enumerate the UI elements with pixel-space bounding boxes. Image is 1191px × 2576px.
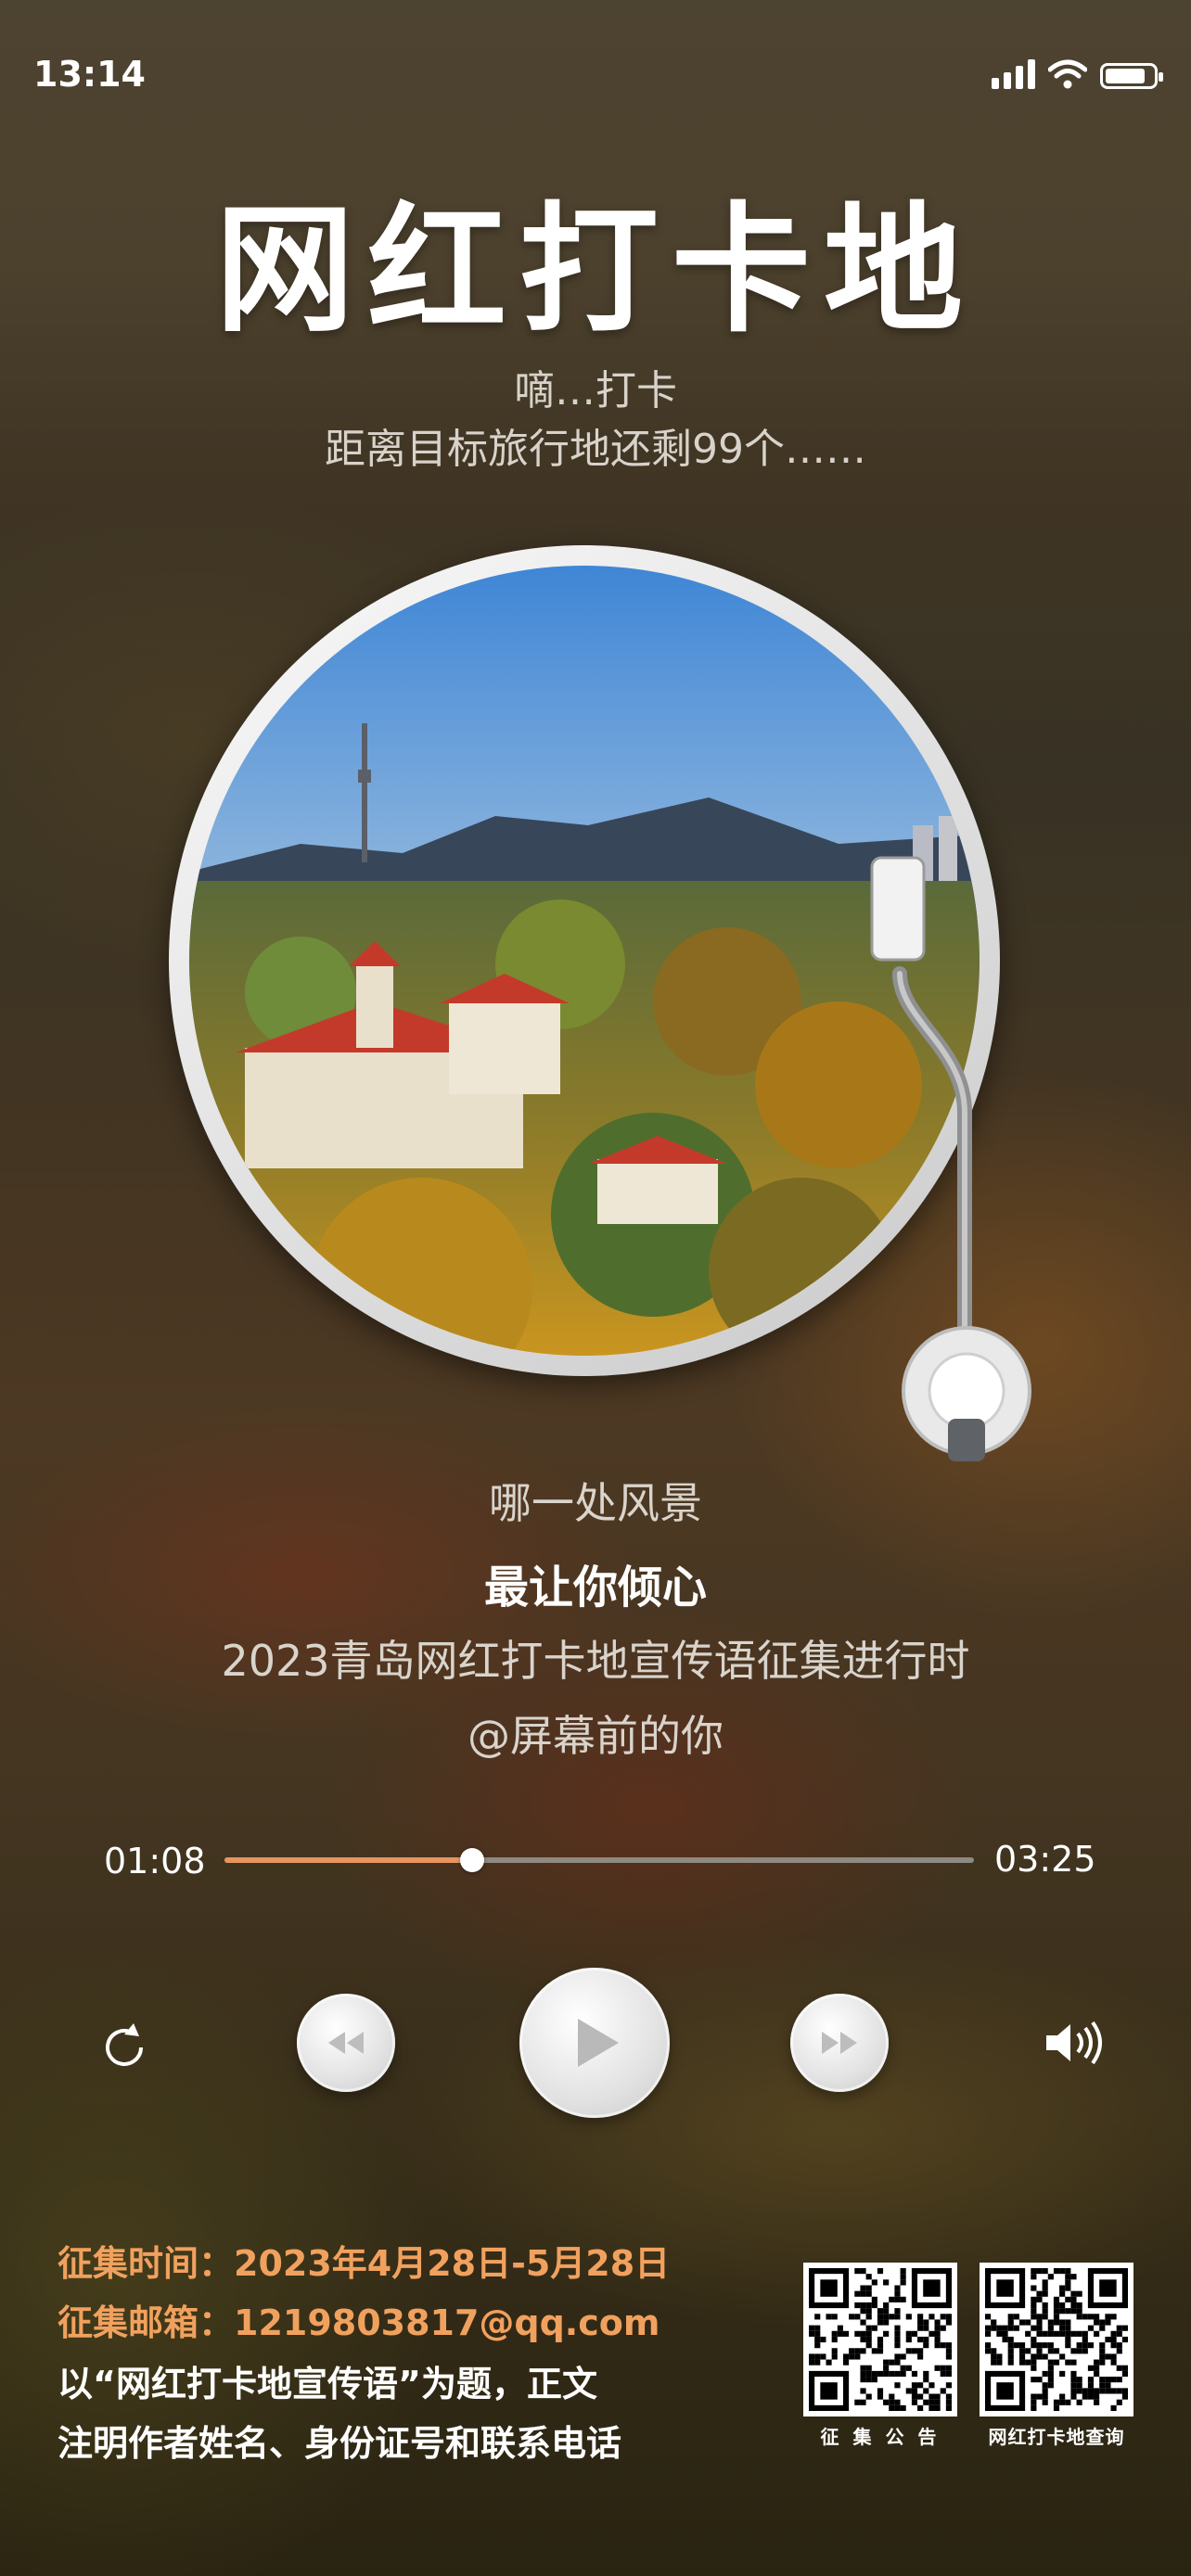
fast-forward-button[interactable]	[790, 1994, 889, 2092]
tonearm-head[interactable]	[863, 848, 937, 960]
page-title: 网红打卡地	[214, 190, 976, 351]
lyric-line-3: 2023青岛网红打卡地宣传语征集进行时	[221, 1636, 970, 1686]
progress-thumb[interactable]	[459, 1848, 484, 1872]
play-icon	[578, 2019, 619, 2067]
current-time: 01:08	[104, 1841, 206, 1881]
status-bar: 13:14	[0, 0, 1191, 139]
lyric-line-current: 最让你倾心	[483, 1562, 707, 1613]
album-artwork	[189, 566, 980, 1356]
progress-fill	[224, 1857, 472, 1863]
wifi-icon	[1048, 59, 1087, 89]
volume-icon	[1046, 2021, 1102, 2065]
signal-icon	[992, 57, 1035, 89]
album-disc	[169, 545, 1000, 1376]
status-icons	[992, 57, 1163, 89]
volume-button[interactable]	[1039, 2010, 1113, 2075]
qr-caption-announcement: 征 集 公 告	[820, 2426, 941, 2448]
tonearm-pivot[interactable]	[902, 1326, 1031, 1456]
lyric-line-1: 哪一处风景	[489, 1478, 702, 1528]
qr-pattern	[985, 2268, 1128, 2411]
subtitle-remaining: 距离目标旅行地还剩99个……	[325, 426, 866, 473]
submission-note-1: 以“网红打卡地宣传语”为题，正文	[58, 2364, 597, 2404]
qr-caption-lookup: 网红打卡地查询	[988, 2426, 1125, 2448]
status-time: 13:14	[33, 54, 146, 95]
battery-icon	[1100, 63, 1163, 89]
repeat-button[interactable]	[89, 2012, 160, 2083]
qr-pattern	[809, 2268, 952, 2411]
lyric-line-4: @屏幕前的你	[467, 1711, 724, 1761]
submission-note-2: 注明作者姓名、身份证号和联系电话	[58, 2423, 622, 2464]
fast-forward-icon	[822, 2032, 857, 2054]
total-time: 03:25	[994, 1839, 1096, 1880]
repeat-icon	[106, 2023, 143, 2066]
collection-email: 征集邮箱：1219803817@qq.com	[58, 2302, 660, 2343]
progress-slider[interactable]	[224, 1848, 974, 1872]
qr-code-lookup[interactable]	[980, 2263, 1133, 2417]
qr-code-announcement[interactable]	[803, 2263, 957, 2417]
rewind-icon	[328, 2032, 364, 2054]
rewind-button[interactable]	[297, 1994, 395, 2092]
subtitle-checkin: 嘀…打卡	[514, 367, 677, 414]
play-button[interactable]	[519, 1968, 670, 2118]
collection-period: 征集时间：2023年4月28日-5月28日	[58, 2243, 671, 2284]
